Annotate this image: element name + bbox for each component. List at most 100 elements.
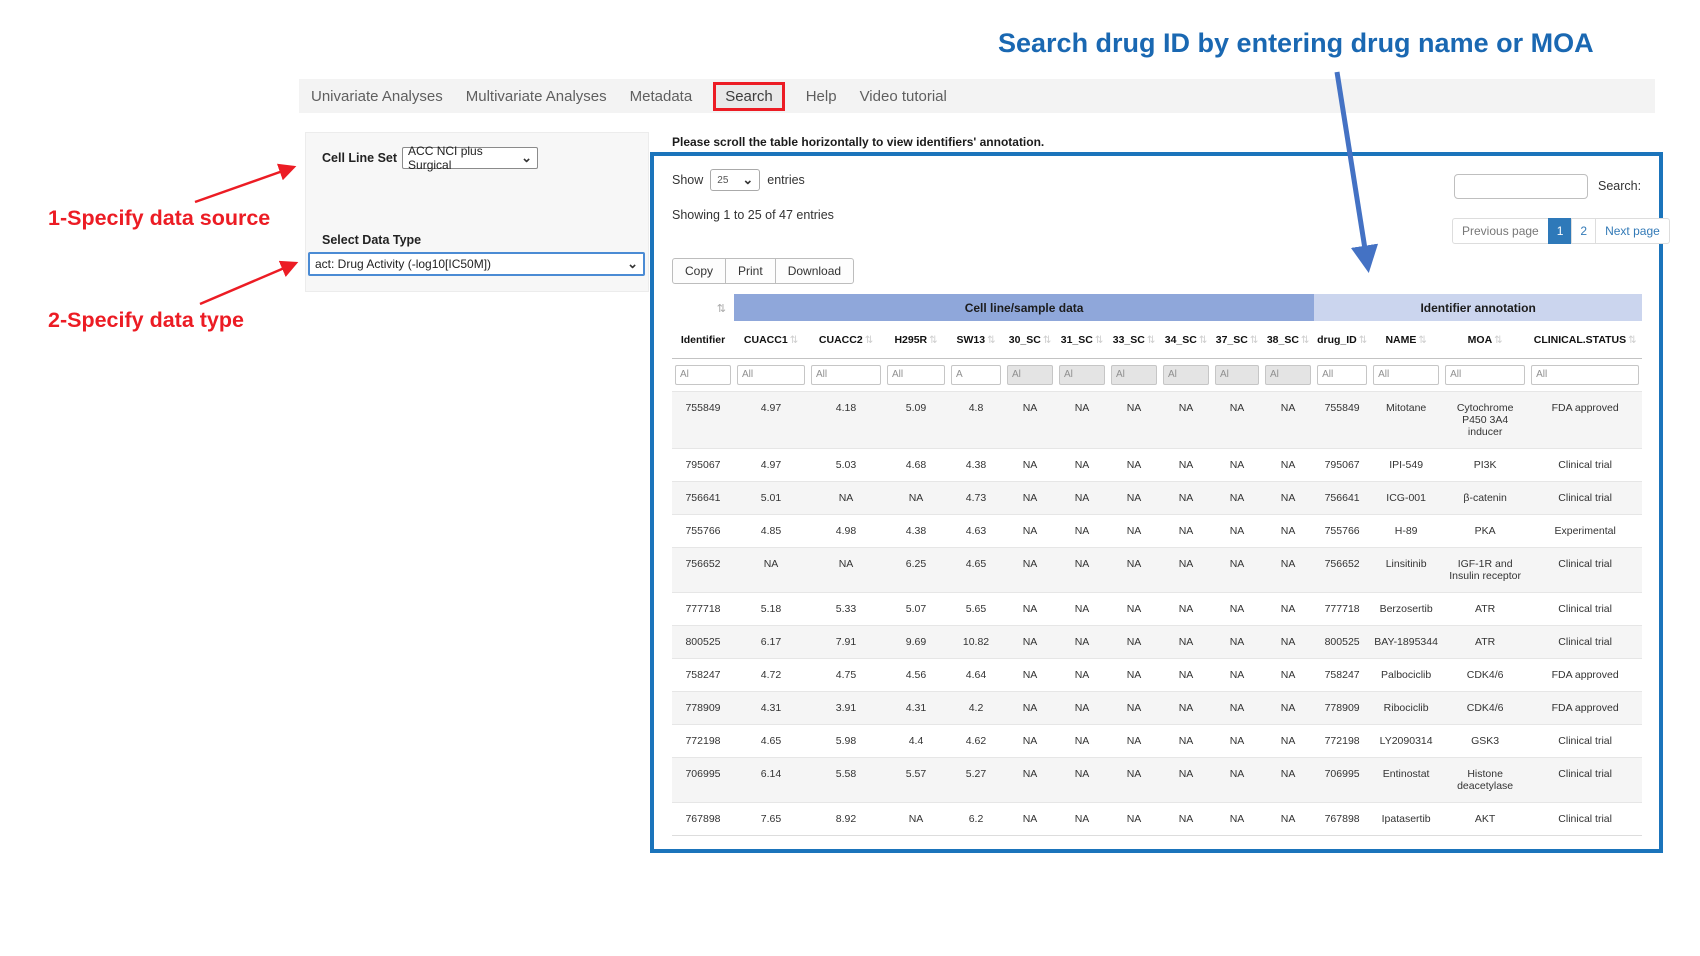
page-button-2[interactable]: 2 — [1571, 218, 1596, 244]
filter-input-moa[interactable] — [1445, 365, 1525, 385]
column-header-identifier[interactable]: Identifier — [672, 321, 734, 359]
nav-item-search[interactable]: Search — [713, 82, 785, 111]
column-header-name[interactable]: NAME⇅ — [1370, 321, 1442, 359]
print-button[interactable]: Print — [725, 258, 776, 284]
column-header-cuacc2[interactable]: CUACC2⇅ — [808, 321, 884, 359]
cell-cuacc2: 3.91 — [808, 691, 884, 724]
filter-input-34-sc — [1163, 365, 1209, 385]
cell-clinical-status: Clinical trial — [1528, 448, 1642, 481]
page-length-select[interactable]: 25 ⌄ — [710, 169, 760, 191]
column-header-33-sc[interactable]: 33_SC⇅ — [1108, 321, 1160, 359]
cell-33-sc: NA — [1108, 514, 1160, 547]
sort-icon: ⇅ — [1418, 335, 1426, 346]
group-header-blank: ⇅ — [672, 294, 734, 321]
cell-drug-id: 755766 — [1314, 514, 1370, 547]
cell-cuacc1: 6.17 — [734, 625, 808, 658]
cell-37-sc: NA — [1212, 514, 1262, 547]
filter-input-drug-id[interactable] — [1317, 365, 1367, 385]
cell-identifier: 706995 — [672, 757, 734, 802]
column-header-label: H295R — [894, 334, 927, 346]
next-page-button[interactable]: Next page — [1595, 218, 1670, 244]
filter-input-h295r[interactable] — [887, 365, 945, 385]
previous-page-button[interactable]: Previous page — [1452, 218, 1549, 244]
filter-input-identifier[interactable] — [675, 365, 731, 385]
copy-button[interactable]: Copy — [672, 258, 726, 284]
cell-30-sc: NA — [1004, 757, 1056, 802]
cell-31-sc: NA — [1056, 547, 1108, 592]
column-header-37-sc[interactable]: 37_SC⇅ — [1212, 321, 1262, 359]
cell-34-sc: NA — [1160, 658, 1212, 691]
cell-cuacc2: 4.75 — [808, 658, 884, 691]
data-type-select[interactable]: act: Drug Activity (-log10[IC50M]) ⌄ — [308, 252, 645, 276]
filter-cell-moa — [1442, 359, 1528, 392]
table-row: 7789094.313.914.314.2NANANANANANA778909R… — [672, 691, 1642, 724]
cell-37-sc: NA — [1212, 592, 1262, 625]
nav-item-metadata[interactable]: Metadata — [628, 85, 695, 108]
cell-line-set-value: ACC NCI plus Surgical — [408, 144, 521, 172]
cell-sw13: 6.2 — [948, 802, 1004, 835]
cell-name: Linsitinib — [1370, 547, 1442, 592]
cell-name: Berzosertib — [1370, 592, 1442, 625]
filter-input-sw13[interactable] — [951, 365, 1001, 385]
download-button[interactable]: Download — [775, 258, 854, 284]
cell-h295r: NA — [884, 802, 948, 835]
cell-name: IPI-549 — [1370, 448, 1442, 481]
column-header-31-sc[interactable]: 31_SC⇅ — [1056, 321, 1108, 359]
filter-input-name[interactable] — [1373, 365, 1439, 385]
column-header-30-sc[interactable]: 30_SC⇅ — [1004, 321, 1056, 359]
filter-input-clinical-status[interactable] — [1531, 365, 1639, 385]
page-button-1[interactable]: 1 — [1548, 218, 1573, 244]
filter-input-cuacc1[interactable] — [737, 365, 805, 385]
cell-38-sc: NA — [1262, 625, 1314, 658]
cell-34-sc: NA — [1160, 691, 1212, 724]
table-info: Showing 1 to 25 of 47 entries — [672, 208, 834, 222]
cell-moa: CDK4/6 — [1442, 658, 1528, 691]
column-header-sw13[interactable]: SW13⇅ — [948, 321, 1004, 359]
filter-input-cuacc2[interactable] — [811, 365, 881, 385]
cell-38-sc: NA — [1262, 481, 1314, 514]
cell-38-sc: NA — [1262, 448, 1314, 481]
column-header-h295r[interactable]: H295R⇅ — [884, 321, 948, 359]
cell-moa: IGF-1R and Insulin receptor — [1442, 547, 1528, 592]
column-header-moa[interactable]: MOA⇅ — [1442, 321, 1528, 359]
cell-h295r: 4.31 — [884, 691, 948, 724]
column-header-34-sc[interactable]: 34_SC⇅ — [1160, 321, 1212, 359]
column-header-label: SW13 — [957, 334, 986, 346]
data-type-value: act: Drug Activity (-log10[IC50M]) — [315, 257, 491, 271]
sort-icon: ⇅ — [1628, 335, 1636, 346]
search-input[interactable] — [1454, 174, 1588, 199]
cell-33-sc: NA — [1108, 592, 1160, 625]
sort-icon: ⇅ — [1250, 335, 1258, 346]
nav-item-help[interactable]: Help — [804, 85, 839, 108]
cell-30-sc: NA — [1004, 691, 1056, 724]
cell-30-sc: NA — [1004, 448, 1056, 481]
cell-sw13: 5.27 — [948, 757, 1004, 802]
cell-34-sc: NA — [1160, 724, 1212, 757]
cell-sw13: 10.82 — [948, 625, 1004, 658]
nav-item-multivariate-analyses[interactable]: Multivariate Analyses — [464, 85, 609, 108]
cell-name: BAY-1895344 — [1370, 625, 1442, 658]
cell-cuacc2: 5.58 — [808, 757, 884, 802]
cell-33-sc: NA — [1108, 691, 1160, 724]
cell-drug-id: 756652 — [1314, 547, 1370, 592]
sort-icon: ⇅ — [1095, 335, 1103, 346]
cell-38-sc: NA — [1262, 391, 1314, 448]
cell-moa: β-catenin — [1442, 481, 1528, 514]
show-entries-control: Show 25 ⌄ entries — [672, 169, 805, 191]
cell-identifier: 772198 — [672, 724, 734, 757]
table-row: 756652NANA6.254.65NANANANANANA756652Lins… — [672, 547, 1642, 592]
column-header-clinical-status[interactable]: CLINICAL.STATUS⇅ — [1528, 321, 1642, 359]
nav-item-univariate-analyses[interactable]: Univariate Analyses — [309, 85, 445, 108]
cell-38-sc: NA — [1262, 547, 1314, 592]
annotation-heading: Search drug ID by entering drug name or … — [998, 28, 1594, 59]
nav-item-video-tutorial[interactable]: Video tutorial — [858, 85, 949, 108]
sort-icon[interactable]: ⇅ — [717, 303, 726, 315]
arrow-step2 — [200, 263, 296, 304]
column-header-cuacc1[interactable]: CUACC1⇅ — [734, 321, 808, 359]
cell-30-sc: NA — [1004, 481, 1056, 514]
cell-clinical-status: Clinical trial — [1528, 802, 1642, 835]
column-header-38-sc[interactable]: 38_SC⇅ — [1262, 321, 1314, 359]
column-header-drug-id[interactable]: drug_ID⇅ — [1314, 321, 1370, 359]
table-row: 7721984.655.984.44.62NANANANANANA772198L… — [672, 724, 1642, 757]
cell-line-set-select[interactable]: ACC NCI plus Surgical ⌄ — [402, 147, 538, 169]
